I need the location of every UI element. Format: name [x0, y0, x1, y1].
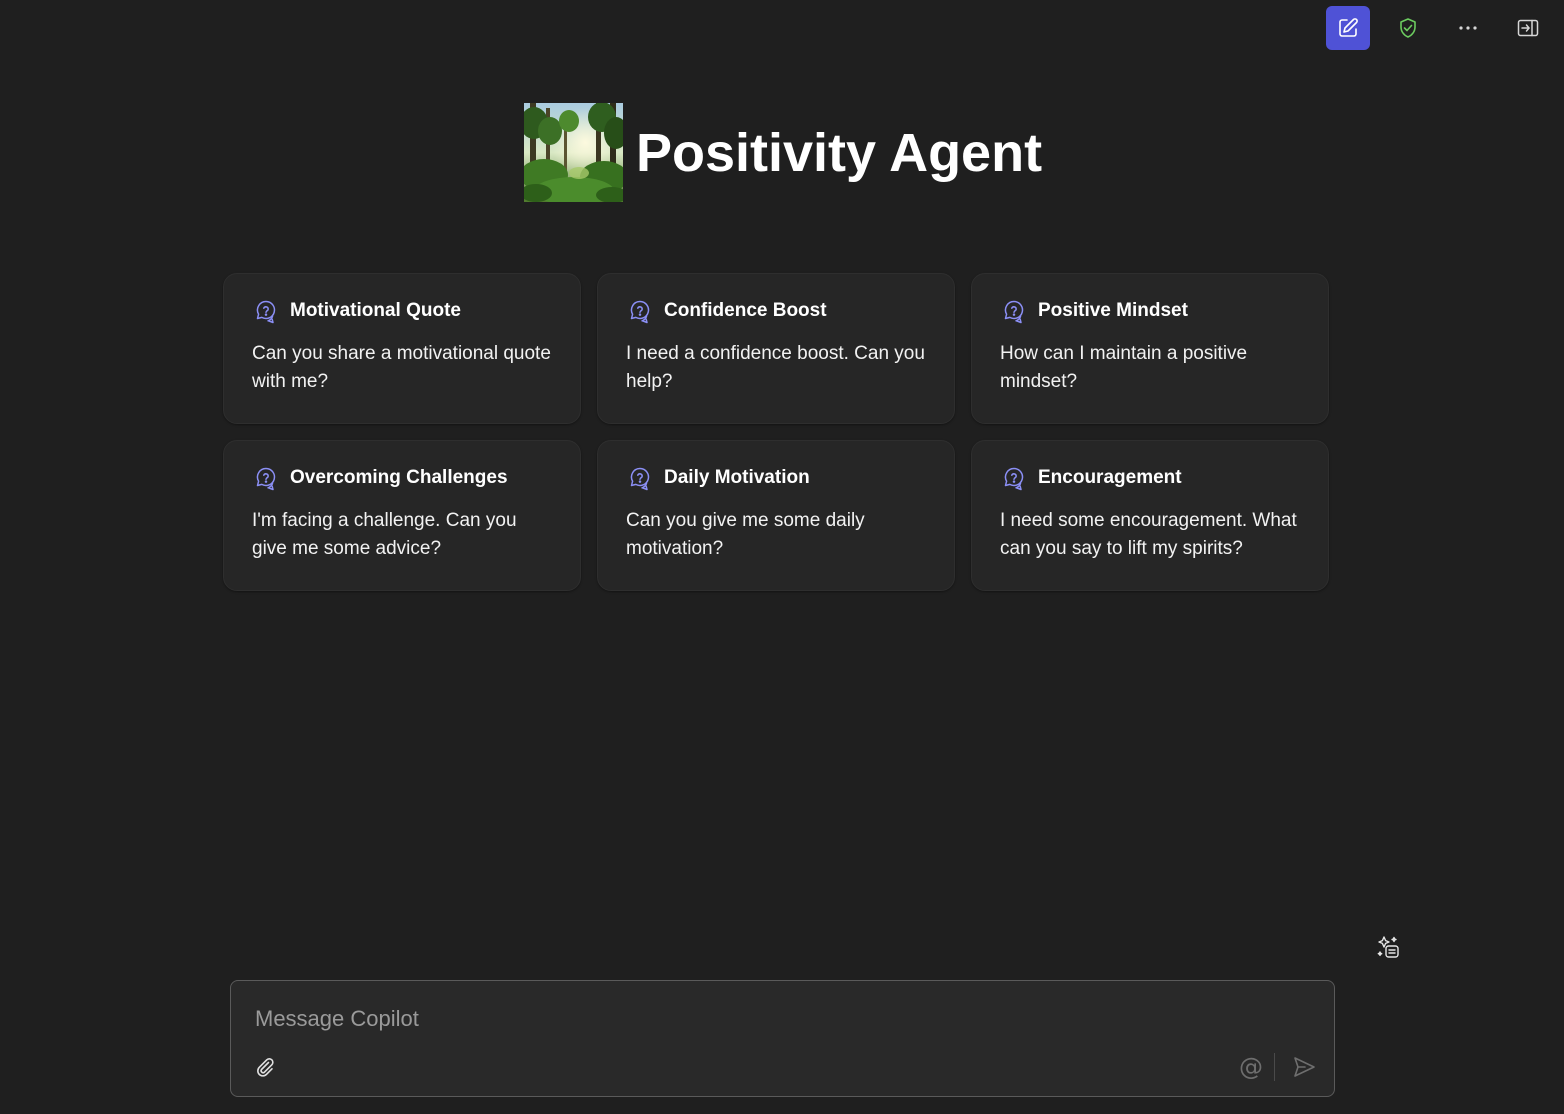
card-title: Encouragement — [1038, 467, 1182, 488]
chat-question-icon — [626, 464, 654, 492]
top-toolbar — [1326, 6, 1550, 50]
chat-question-icon — [252, 464, 280, 492]
card-header: Confidence Boost — [626, 296, 926, 326]
prompt-card-confidence-boost[interactable]: Confidence Boost I need a confidence boo… — [597, 273, 955, 424]
sparkle-list-icon — [1377, 936, 1399, 958]
card-header: Daily Motivation — [626, 463, 926, 493]
prompt-card-positive-mindset[interactable]: Positive Mindset How can I maintain a po… — [971, 273, 1329, 424]
chat-question-icon — [626, 297, 654, 325]
card-header: Motivational Quote — [252, 296, 552, 326]
send-button[interactable] — [1289, 1052, 1319, 1082]
shield-check-icon — [1400, 18, 1416, 38]
copilot-agent-page: Positivity Agent Motivational Quote Can … — [0, 0, 1564, 1114]
message-composer: @ — [230, 980, 1335, 1097]
card-title: Overcoming Challenges — [290, 467, 508, 488]
more-horizontal-icon — [1459, 26, 1477, 30]
prompt-guide-button[interactable] — [1373, 932, 1403, 962]
send-icon — [1294, 1057, 1315, 1077]
prompt-card-motivational-quote[interactable]: Motivational Quote Can you share a motiv… — [223, 273, 581, 424]
forest-image — [524, 103, 623, 202]
card-prompt-text: How can I maintain a positive mindset? — [1000, 343, 1248, 392]
prompt-suggestions: Motivational Quote Can you share a motiv… — [223, 273, 1330, 591]
card-prompt-text: I need some encouragement. What can you … — [1000, 510, 1297, 559]
card-title: Motivational Quote — [290, 300, 461, 321]
prompt-card-encouragement[interactable]: Encouragement I need some encouragement.… — [971, 440, 1329, 591]
agent-avatar — [524, 103, 623, 202]
card-prompt-text: I need a confidence boost. Can you help? — [626, 343, 925, 392]
panel-exit-icon — [1517, 19, 1539, 37]
card-title: Positive Mindset — [1038, 300, 1188, 321]
close-panel-button[interactable] — [1506, 6, 1550, 50]
card-prompt-text: Can you give me some daily motivation? — [626, 510, 865, 559]
security-shield-button[interactable] — [1386, 6, 1430, 50]
card-header: Overcoming Challenges — [252, 463, 552, 493]
prompt-card-overcoming-challenges[interactable]: Overcoming Challenges I'm facing a chall… — [223, 440, 581, 591]
paperclip-icon — [257, 1057, 274, 1077]
chat-question-icon — [1000, 297, 1028, 325]
page-title: Positivity Agent — [636, 122, 1043, 183]
card-header: Positive Mindset — [1000, 296, 1300, 326]
attach-button[interactable] — [251, 1053, 279, 1081]
message-input[interactable] — [253, 1003, 1157, 1035]
more-options-button[interactable] — [1446, 6, 1490, 50]
chat-question-icon — [252, 297, 280, 325]
compose-icon — [1339, 18, 1358, 37]
composer-divider — [1274, 1053, 1275, 1081]
new-chat-button[interactable] — [1326, 6, 1370, 50]
mention-button[interactable]: @ — [1236, 1052, 1266, 1082]
card-prompt-text: Can you share a motivational quote with … — [252, 343, 551, 392]
agent-header: Positivity Agent — [524, 103, 1042, 202]
card-prompt-text: I'm facing a challenge. Can you give me … — [252, 510, 517, 559]
card-title: Confidence Boost — [664, 300, 827, 321]
card-title: Daily Motivation — [664, 467, 810, 488]
chat-question-icon — [1000, 464, 1028, 492]
card-header: Encouragement — [1000, 463, 1300, 493]
prompt-card-daily-motivation[interactable]: Daily Motivation Can you give me some da… — [597, 440, 955, 591]
